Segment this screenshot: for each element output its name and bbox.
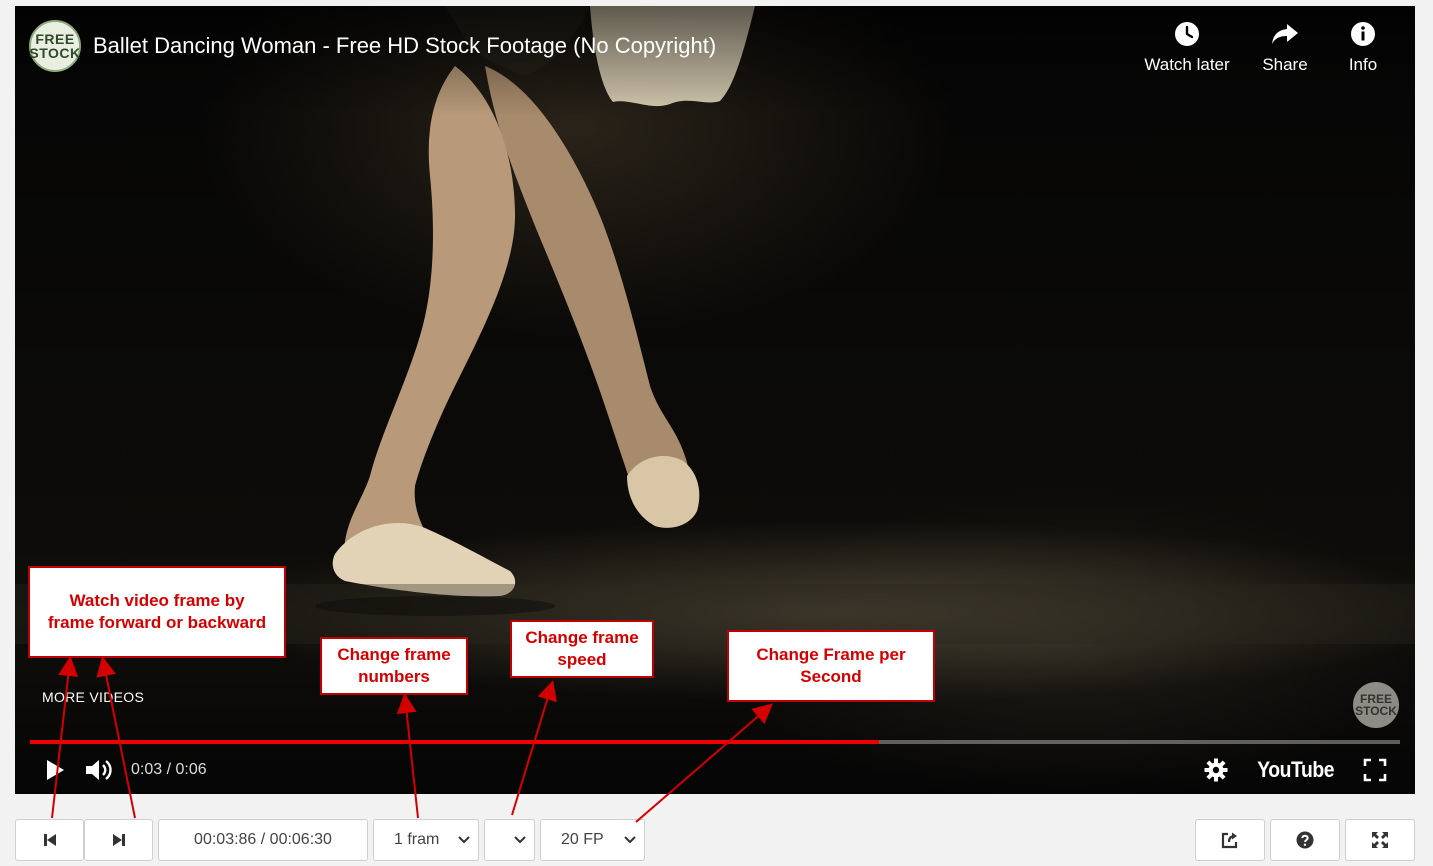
clock-icon [1173,20,1201,48]
annotation-frame-by-frame-line1: Watch video frame by [69,591,245,610]
annotation-fps-line2: Second [800,667,862,686]
watch-later-label: Watch later [1144,55,1230,74]
chevron-down-icon [514,836,526,844]
video-title[interactable]: Ballet Dancing Woman - Free HD Stock Foo… [93,33,716,59]
skip-forward-icon [112,834,125,846]
timecode-display: 00:03:86 / 00:06:30 [158,819,368,861]
play-button[interactable] [33,748,77,792]
volume-button[interactable] [77,748,121,792]
play-icon [47,760,64,780]
settings-button[interactable] [1194,748,1238,792]
frame-speed-select[interactable] [484,819,535,861]
time-display: 0:03 / 0:06 [131,761,207,778]
info-icon [1349,20,1377,48]
fullscreen-toolbar-button[interactable] [1345,819,1415,861]
watermark-text-bottom: STOCK [1355,704,1397,718]
annotation-frame-speed-line2: speed [557,650,607,669]
video-frame[interactable] [15,6,1415,794]
chevron-down-icon [458,836,470,844]
player-top-actions: Watch later Share Info [1133,20,1397,75]
annotation-frame-numbers-line2: numbers [358,667,430,686]
player-top-bar: FREE STOCK Ballet Dancing Woman - Free H… [15,6,1415,116]
skip-back-icon [43,834,56,846]
annotation-frame-speed: Change frame speed [510,620,654,678]
share-button[interactable]: Share [1251,20,1319,75]
channel-watermark[interactable]: FREE STOCK [1353,682,1399,728]
next-frame-button[interactable] [84,819,153,861]
watch-later-button[interactable]: Watch later [1133,20,1241,75]
dancer-legs-image [15,6,1415,644]
channel-logo-text-top: FREE [35,31,75,47]
annotation-frame-numbers: Change frame numbers [320,637,468,695]
progress-played [30,740,880,744]
volume-icon [86,760,112,780]
channel-logo-text-bottom: STOCK [29,45,81,61]
annotation-fps-line1: Change Frame per [756,645,906,664]
fullscreen-icon [1363,758,1387,782]
share-button-toolbar[interactable] [1195,819,1265,861]
progress-bar[interactable] [30,740,1400,744]
player-controls: 0:03 / 0:06 YouTube [15,746,1415,794]
annotation-frame-by-frame-line2: frame forward or backward [47,613,267,632]
share-arrow-icon [1271,20,1299,48]
frame-step-select[interactable]: 1 fram [373,819,479,861]
annotation-fps: Change Frame per Second [727,630,935,702]
fullscreen-expand-icon [1372,832,1388,848]
help-icon [1296,831,1314,849]
channel-avatar[interactable]: FREE STOCK [29,20,81,72]
info-label: Info [1348,55,1378,74]
info-button[interactable]: Info [1329,20,1397,75]
more-videos-link[interactable]: MORE VIDEOS [42,689,144,705]
fps-value: 20 FP [561,831,604,848]
help-button[interactable] [1270,819,1340,861]
frame-step-value: 1 fram [394,831,440,848]
gear-icon [1204,758,1228,782]
fullscreen-button[interactable] [1353,748,1397,792]
chevron-down-icon [624,836,636,844]
annotation-frame-numbers-line1: Change frame [337,645,451,664]
video-player[interactable]: FREE STOCK Ballet Dancing Woman - Free H… [15,6,1415,794]
annotation-frame-speed-line1: Change frame [525,628,639,647]
page: FREE STOCK Ballet Dancing Woman - Free H… [0,0,1433,866]
youtube-logo-link[interactable]: YouTube [1257,757,1334,783]
previous-frame-button[interactable] [15,819,84,861]
share-box-icon [1221,832,1238,849]
share-label: Share [1262,55,1308,74]
fps-select[interactable]: 20 FP [540,819,645,861]
annotation-frame-by-frame: Watch video frame by frame forward or ba… [28,566,286,658]
